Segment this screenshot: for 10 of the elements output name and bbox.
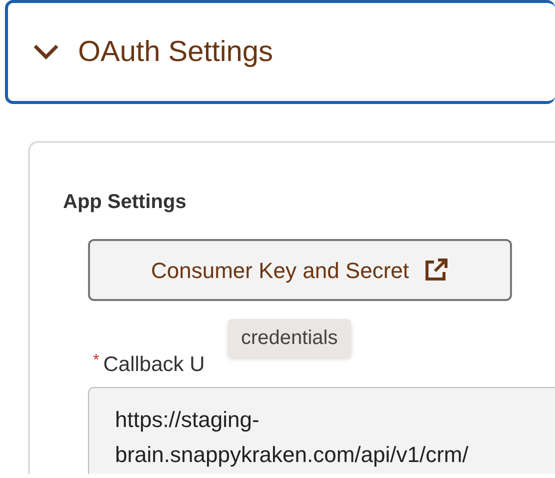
field-label: Callback U <box>103 353 205 376</box>
chevron-down-icon[interactable] <box>32 43 60 61</box>
section-header[interactable]: OAuth Settings <box>5 0 555 104</box>
url-field[interactable]: https://staging-brain.snappykraken.com/api/v1/crm/ <box>88 386 555 474</box>
required-asterisk: * <box>93 352 100 369</box>
section-title: OAuth Settings <box>78 34 274 70</box>
section-heading: App Settings <box>63 190 188 215</box>
external-link-icon <box>423 257 450 283</box>
tooltip: credentials <box>228 319 351 357</box>
consumer-key-button[interactable]: Consumer Key and Secret <box>88 239 512 301</box>
